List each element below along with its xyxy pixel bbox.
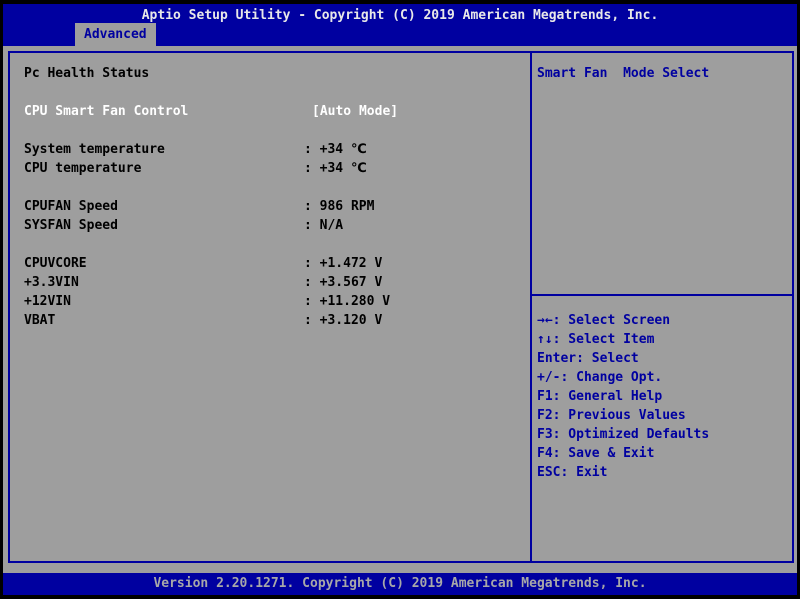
key-help-line: F1: General Help [537,389,663,404]
tab-advanced[interactable]: Advanced [75,23,156,46]
bios-screen: Aptio Setup Utility - Copyright (C) 2019… [3,4,797,595]
footer-bar: Version 2.20.1271. Copyright (C) 2019 Am… [3,573,797,595]
status-row: SYSFAN Speed : N/A [10,216,530,235]
item-value: : +34 ℃ [304,161,367,176]
settings-pane: Pc Health Status CPU Smart Fan Control [Au… [10,53,530,561]
horizontal-divider [532,294,792,296]
key-help-line: ↑↓: Select Item [537,332,655,347]
spacer-row [10,83,530,102]
header-title: Aptio Setup Utility - Copyright (C) 2019… [141,8,659,23]
key-help-line: Enter: Select [537,351,639,366]
item-value: : +3.567 V [304,275,383,290]
item-value: : 986 RPM [304,199,375,214]
item-label: CPUVCORE [24,256,87,271]
item-label: VBAT [24,313,56,328]
key-help-line: ESC: Exit [537,465,608,480]
item-label: System temperature [24,142,165,157]
item-label: +3.3VIN [24,275,79,290]
item-value: [Auto Mode] [312,104,399,119]
main-box: Pc Health Status CPU Smart Fan Control [Au… [8,51,794,563]
status-row: CPUFAN Speed : 986 RPM [10,197,530,216]
status-row: VBAT : +3.120 V [10,311,530,330]
item-label: CPUFAN Speed [24,199,118,214]
item-value: : +34 ℃ [304,142,367,157]
spacer-row [10,178,530,197]
status-row: +3.3VIN : +3.567 V [10,273,530,292]
status-row: System temperature : +34 ℃ [10,140,530,159]
key-help-line: →←: Select Screen [537,313,671,328]
item-label: CPU temperature [24,161,142,176]
section-title-row: Pc Health Status [10,64,530,83]
footer-version-text: Version 2.20.1271. Copyright (C) 2019 Am… [153,576,647,591]
item-help-text: Smart Fan Mode Select [537,66,710,81]
spacer-row [10,235,530,254]
key-help-line: +/-: Change Opt. [537,370,663,385]
item-value: : +3.120 V [304,313,383,328]
item-value: : N/A [304,218,344,233]
key-help-line: F3: Optimized Defaults [537,427,710,442]
item-label: +12VIN [24,294,71,309]
tab-row: Advanced [3,23,797,46]
status-row: CPU temperature : +34 ℃ [10,159,530,178]
key-help-list: →←: Select Screen ↑↓: Select Item Enter: S… [537,311,792,482]
section-title: Pc Health Status [24,66,150,81]
item-value: : +1.472 V [304,256,383,271]
status-row: CPUVCORE : +1.472 V [10,254,530,273]
help-pane: Smart Fan Mode Select →←: Select Screen ↑… [532,53,792,561]
header-bar: Aptio Setup Utility - Copyright (C) 2019… [3,4,797,46]
selected-setting-row[interactable]: CPU Smart Fan Control [Auto Mode] [10,102,530,121]
key-help-line: F4: Save & Exit [537,446,655,461]
status-row: +12VIN : +11.280 V [10,292,530,311]
key-help-line: F2: Previous Values [537,408,686,423]
item-value: : +11.280 V [304,294,391,309]
item-label: SYSFAN Speed [24,218,118,233]
item-label: CPU Smart Fan Control [24,104,189,119]
spacer-row [10,121,530,140]
